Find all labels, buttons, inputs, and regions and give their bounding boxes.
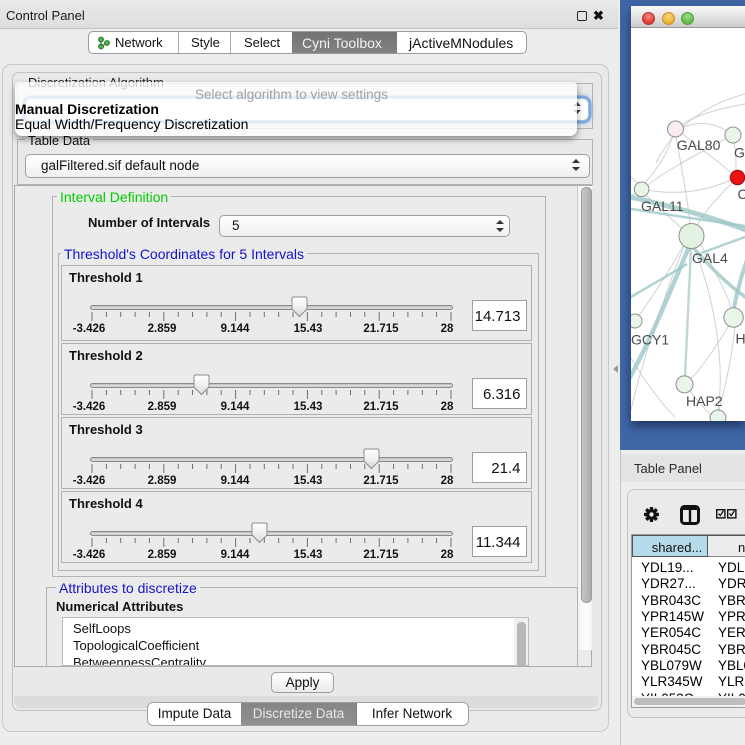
svg-text:GCY1: GCY1 <box>631 332 669 348</box>
svg-text:GAL80: GAL80 <box>677 137 721 153</box>
svg-text:G...: G... <box>734 145 745 161</box>
svg-text:GAL11: GAL11 <box>641 198 684 214</box>
svg-text:H: H <box>736 331 745 347</box>
svg-text:HAP2: HAP2 <box>686 393 723 409</box>
svg-text:GAL4: GAL4 <box>692 250 728 266</box>
svg-text:C: C <box>738 186 745 202</box>
